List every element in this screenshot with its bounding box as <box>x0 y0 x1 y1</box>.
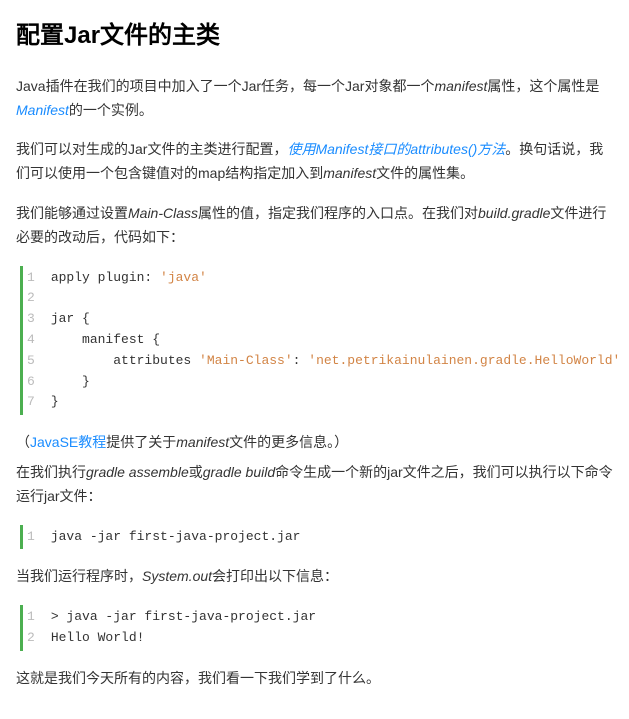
paragraph-4: （JavaSE教程提供了关于manifest文件的更多信息。） <box>16 431 613 455</box>
link-manifest-class[interactable]: Manifest <box>16 102 69 118</box>
text: 属性的值，指定我们程序的入口点。在我们对 <box>198 205 478 221</box>
italic-manifest: manifest <box>434 78 487 94</box>
link-attributes-method[interactable]: 使用Manifest接口的attributes()方法 <box>287 141 505 157</box>
paragraph-1: Java插件在我们的项目中加入了一个Jar任务，每一个Jar对象都一个manif… <box>16 75 613 123</box>
text: （ <box>16 434 30 450</box>
italic-gradle-assemble: gradle assemble <box>86 464 189 480</box>
text: 当我们运行程序时， <box>16 568 142 584</box>
paragraph-6: 当我们运行程序时，System.out会打印出以下信息： <box>16 565 613 589</box>
paragraph-7: 这就是我们今天所有的内容，我们看一下我们学到了什么。 <box>16 667 613 691</box>
code-gutter: 1 2 3 4 5 6 7 <box>23 266 43 416</box>
text: Java插件在我们的项目中加入了一个Jar任务，每一个Jar对象都一个 <box>16 78 434 94</box>
italic-system-out: System.out <box>142 568 212 584</box>
text: 我们能够通过设置 <box>16 205 128 221</box>
text: 文件的更多信息。） <box>229 434 348 450</box>
code-gutter: 1 2 <box>23 605 43 651</box>
text: 我们可以对生成的Jar文件的主类进行配置， <box>16 141 287 157</box>
code-content: java -jar first-java-project.jar <box>43 525 309 550</box>
code-block-2: 1 java -jar first-java-project.jar <box>20 525 613 550</box>
italic-main-class: Main-Class <box>128 205 198 221</box>
paragraph-3: 我们能够通过设置Main-Class属性的值，指定我们程序的入口点。在我们对bu… <box>16 202 613 250</box>
code-block-1: 1 2 3 4 5 6 7 apply plugin: 'java' jar {… <box>20 266 613 416</box>
paragraph-2: 我们可以对生成的Jar文件的主类进行配置，使用Manifest接口的attrib… <box>16 138 613 186</box>
italic-gradle-build: gradle build <box>203 464 275 480</box>
text: 的一个实例。 <box>69 102 153 118</box>
text: 会打印出以下信息： <box>212 568 338 584</box>
italic-manifest: manifest <box>323 165 376 181</box>
text: 文件的属性集。 <box>376 165 474 181</box>
text: 或 <box>189 464 203 480</box>
italic-build-gradle: build.gradle <box>478 205 550 221</box>
text: 在我们执行 <box>16 464 86 480</box>
paragraph-5: 在我们执行gradle assemble或gradle build命令生成一个新… <box>16 461 613 509</box>
text: 属性，这个属性是 <box>487 78 599 94</box>
italic-manifest: manifest <box>176 434 229 450</box>
code-content: > java -jar first-java-project.jar Hello… <box>43 605 324 651</box>
page-title: 配置Jar文件的主类 <box>16 16 613 57</box>
link-javase-tutorial[interactable]: JavaSE教程 <box>30 434 106 450</box>
text: 提供了关于 <box>106 434 176 450</box>
code-block-3: 1 2 > java -jar first-java-project.jar H… <box>20 605 613 651</box>
code-content: apply plugin: 'java' jar { manifest { at… <box>43 266 629 416</box>
code-gutter: 1 <box>23 525 43 550</box>
